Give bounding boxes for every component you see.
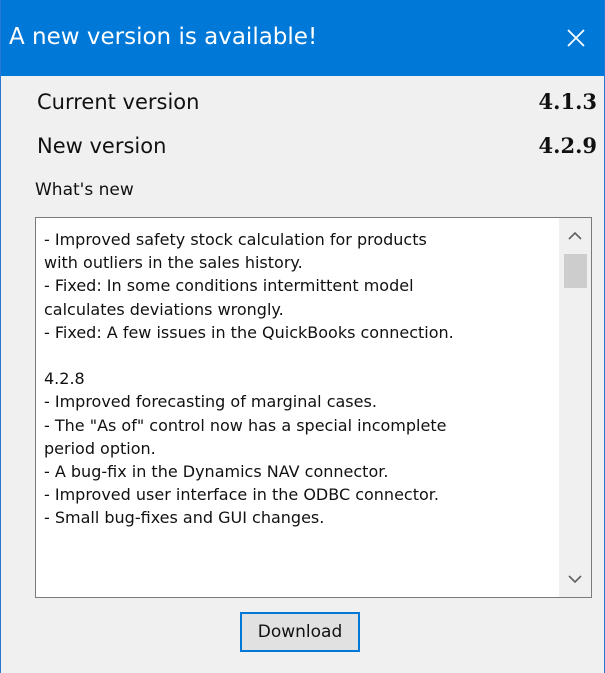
scroll-thumb[interactable] bbox=[564, 254, 587, 288]
scroll-up-button[interactable] bbox=[559, 222, 591, 250]
new-version-row: New version 4.2.9 bbox=[37, 128, 597, 164]
chevron-down-icon bbox=[568, 575, 582, 584]
new-version-label: New version bbox=[37, 134, 167, 158]
new-version-value: 4.2.9 bbox=[538, 133, 597, 158]
vertical-scrollbar[interactable] bbox=[559, 218, 591, 597]
download-button[interactable]: Download bbox=[240, 612, 360, 652]
current-version-row: Current version 4.1.3 bbox=[37, 84, 597, 120]
close-icon bbox=[567, 29, 585, 47]
release-notes-text: - Improved safety stock calculation for … bbox=[44, 230, 454, 528]
dialog-title: A new version is available! bbox=[9, 24, 318, 50]
chevron-up-icon bbox=[568, 231, 582, 240]
current-version-value: 4.1.3 bbox=[538, 89, 597, 114]
release-notes-textbox[interactable]: - Improved safety stock calculation for … bbox=[35, 217, 592, 598]
scroll-down-button[interactable] bbox=[559, 565, 591, 593]
close-button[interactable] bbox=[548, 0, 604, 76]
title-bar[interactable]: A new version is available! bbox=[1, 0, 604, 76]
whats-new-label: What's new bbox=[35, 180, 134, 200]
update-dialog: A new version is available! Current vers… bbox=[0, 0, 605, 673]
current-version-label: Current version bbox=[37, 90, 200, 114]
